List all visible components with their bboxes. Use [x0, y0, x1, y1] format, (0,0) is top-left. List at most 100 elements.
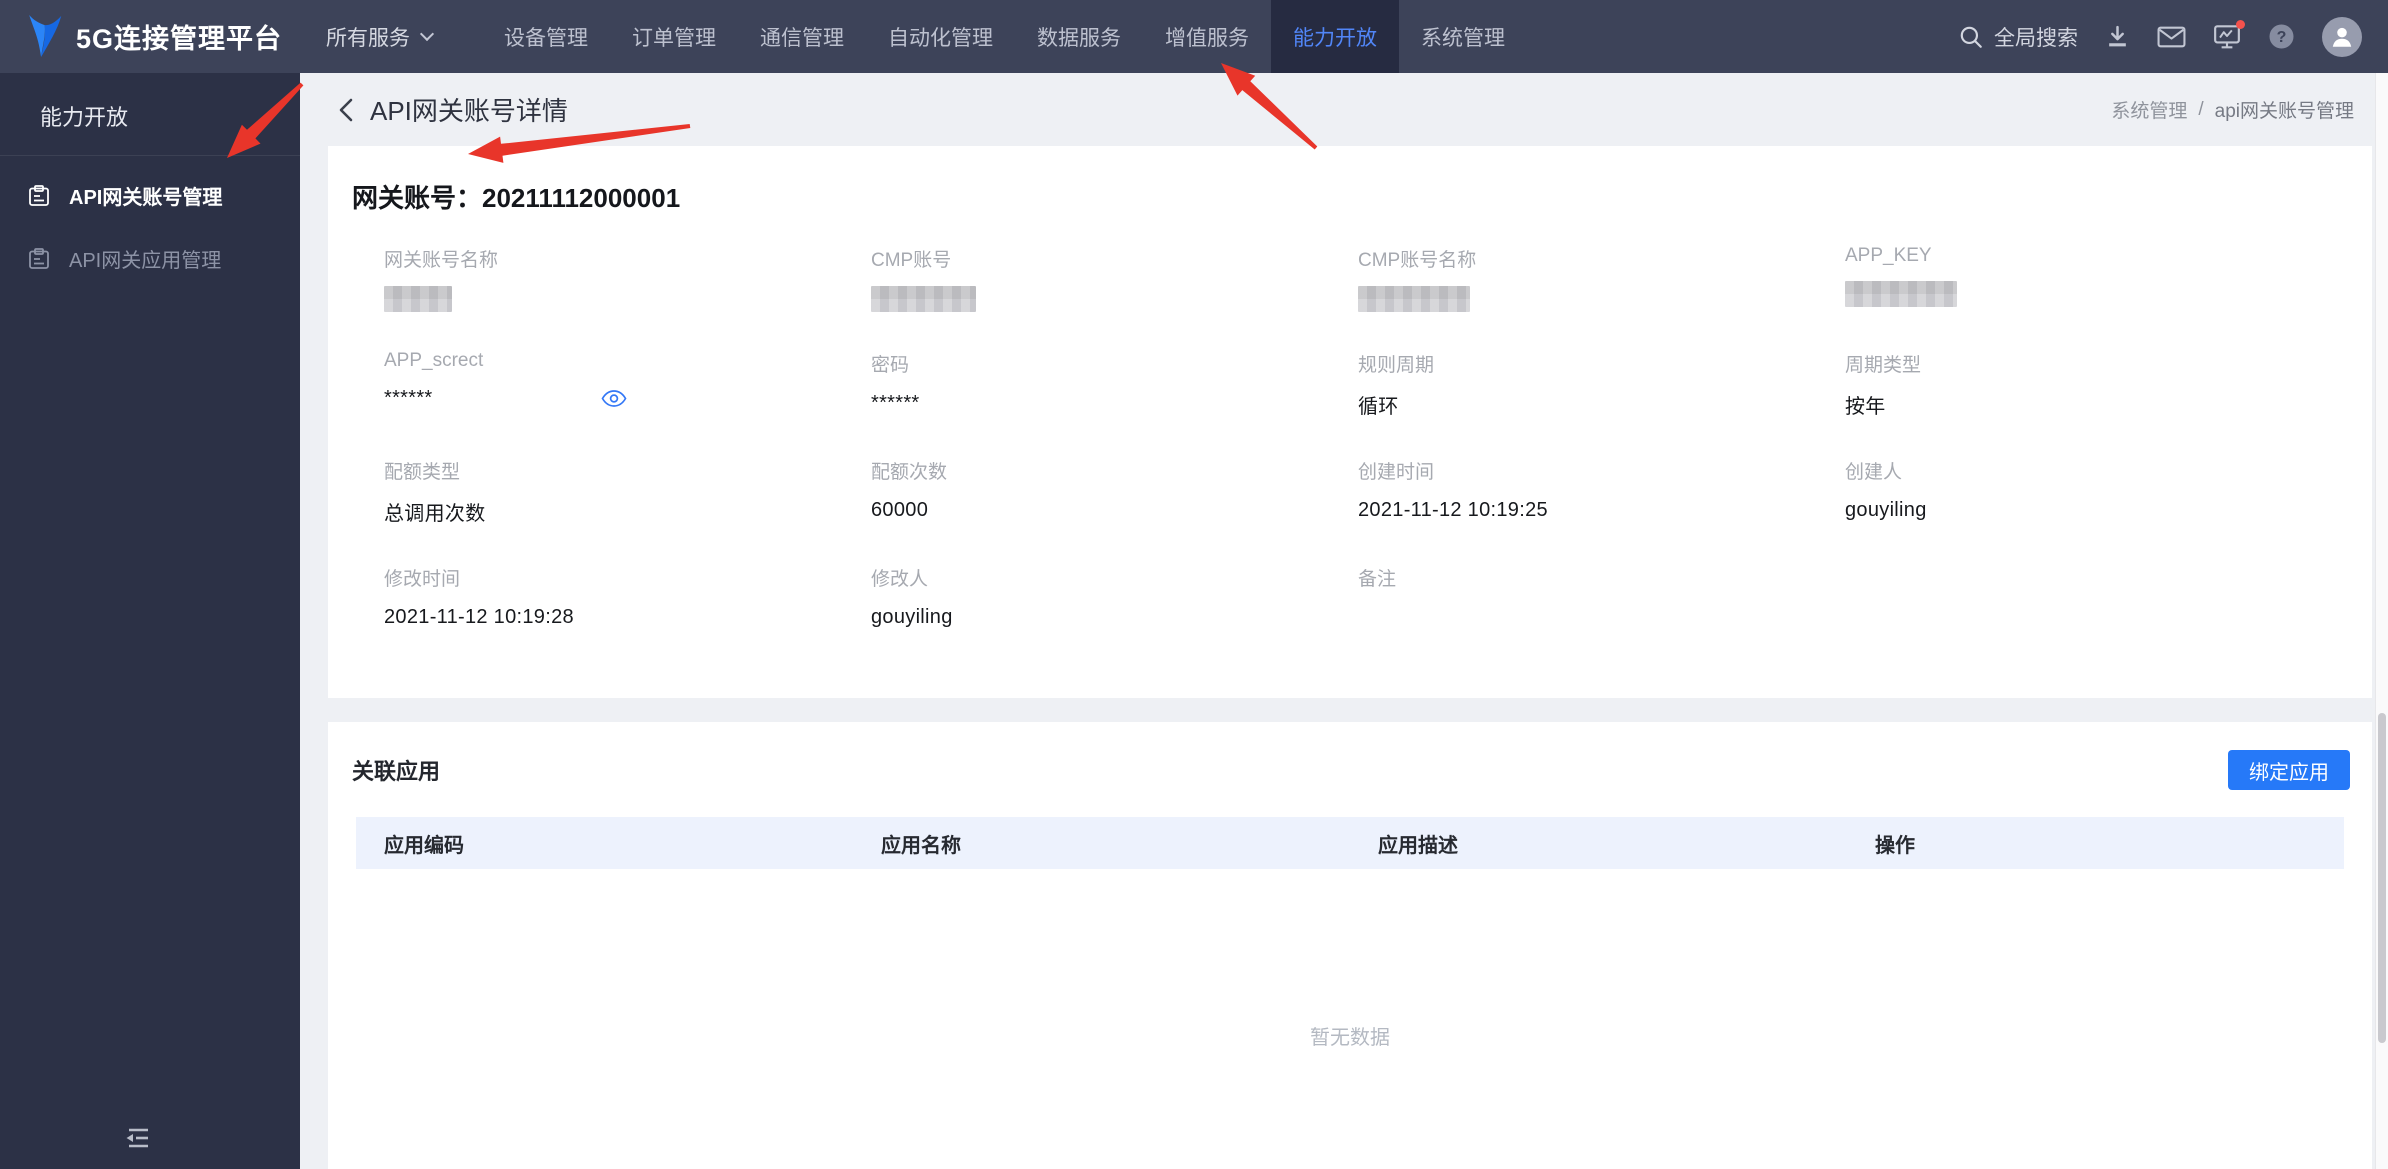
nav-item-device-mgmt[interactable]: 设备管理: [482, 0, 610, 73]
field-quota-count: 配额次数 60000: [871, 457, 1358, 526]
user-avatar-icon: [2332, 27, 2352, 47]
download-button[interactable]: [2105, 24, 2130, 49]
nav-item-label: 订单管理: [632, 26, 717, 50]
nav-item-data-service[interactable]: 数据服务: [1015, 0, 1143, 73]
detail-fields-grid: 网关账号名称 CMP账号 CMP账号名称 APP_KEY APP_screct *****…: [328, 215, 2372, 631]
nav-item-label: 设备管理: [504, 26, 589, 50]
gateway-account-title-label: 网关账号：: [352, 183, 483, 213]
sidebar-title: 能力开放: [40, 105, 129, 130]
field-create-time: 创建时间 2021-11-12 10:19:25: [1358, 457, 1845, 526]
collapse-sidebar-button[interactable]: [122, 1124, 152, 1157]
field-period-type: 周期类型 按年: [1845, 350, 2332, 419]
field-value-text: gouyiling: [1845, 499, 1927, 521]
field-value: [1358, 604, 1845, 631]
help-button[interactable]: ?: [2268, 23, 2295, 50]
user-avatar[interactable]: [2322, 16, 2362, 57]
redacted-value: [871, 285, 976, 312]
field-app-secret: APP_screct ******: [384, 350, 871, 419]
related-apps-header: 关联应用 绑定应用: [328, 722, 2372, 790]
show-secret-button[interactable]: [601, 390, 627, 407]
nav-item-automation-mgmt[interactable]: 自动化管理: [866, 0, 1015, 73]
field-value: [1845, 280, 2332, 307]
field-value: 2021-11-12 10:19:25: [1358, 497, 1845, 524]
field-label: CMP账号: [871, 250, 952, 271]
nav-item-all-services[interactable]: 所有服务: [304, 0, 454, 73]
nav-item-label: 通信管理: [760, 26, 845, 50]
global-search-label: 全局搜索: [1994, 26, 2078, 50]
gateway-account-title: 网关账号：20211112000001: [328, 146, 2372, 215]
field-label: 配额类型: [384, 462, 461, 483]
back-button[interactable]: [336, 97, 356, 123]
field-value: 按年: [1845, 390, 2332, 419]
nav-item-label: 增值服务: [1165, 26, 1250, 50]
nav-item-order-mgmt[interactable]: 订单管理: [610, 0, 738, 73]
field-value-text: 总调用次数: [384, 503, 486, 525]
nav-item-capability-open[interactable]: 能力开放: [1271, 0, 1400, 73]
nav-item-system-mgmt[interactable]: 系统管理: [1399, 0, 1527, 73]
table-header-col-4: 操作: [1875, 834, 1915, 857]
field-value: [871, 285, 1358, 312]
field-label: CMP账号名称: [1358, 250, 1477, 271]
global-search-button[interactable]: 全局搜索: [1958, 22, 2078, 52]
sidebar-item-api-gateway-app-mgmt[interactable]: API网关应用管理: [0, 227, 300, 290]
nav-item-comm-mgmt[interactable]: 通信管理: [738, 0, 866, 73]
breadcrumb: 系统管理 / api网关账号管理: [2111, 96, 2354, 123]
field-label: APP_screct: [384, 350, 484, 371]
field-label: 规则周期: [1358, 355, 1435, 376]
brand-logo-icon: [29, 14, 62, 57]
top-navbar: 5G连接管理平台 所有服务 设备管理 订单管理 通信管理 自动化管理 数据服务 增值服务 能力…: [0, 0, 2388, 73]
sidebar-divider: [0, 155, 300, 156]
account-detail-card: 网关账号：20211112000001 网关账号名称 CMP账号 CMP账号名称 AP…: [328, 146, 2372, 698]
nav-menu: 所有服务 设备管理 订单管理 通信管理 自动化管理 数据服务 增值服务 能力开放 系统管理: [304, 0, 1527, 73]
nav-item-label: 数据服务: [1037, 26, 1122, 50]
field-value-text: 按年: [1845, 396, 1886, 418]
breadcrumb-parent[interactable]: 系统管理: [2111, 96, 2187, 123]
field-label: 创建人: [1845, 462, 1903, 483]
vertical-scrollbar[interactable]: [2375, 73, 2388, 1169]
sidebar-item-api-gateway-account-mgmt[interactable]: API网关账号管理: [0, 164, 300, 227]
gateway-account-number: 20211112000001: [482, 183, 681, 213]
field-cmp-account: CMP账号: [871, 245, 1358, 312]
scrollbar-thumb[interactable]: [2378, 713, 2386, 1043]
field-gateway-account-name: 网关账号名称: [384, 245, 871, 312]
field-value: [1358, 285, 1845, 312]
sidebar: 能力开放 API网关账号管理 API网关应用管理: [0, 73, 300, 1169]
field-value: [384, 285, 871, 312]
messages-button[interactable]: [2157, 25, 2186, 49]
field-value: 60000: [871, 497, 1358, 524]
table-header-col-3: 应用描述: [1378, 834, 1458, 857]
field-label: 修改时间: [384, 569, 461, 590]
field-value: ******: [871, 390, 1358, 417]
field-password: 密码 ******: [871, 350, 1358, 419]
field-remark: 备注: [1358, 564, 1845, 631]
field-label: 网关账号名称: [384, 250, 499, 271]
related-apps-table-header: 应用编码 应用名称 应用描述 操作: [356, 817, 2344, 869]
field-label: 备注: [1358, 569, 1397, 590]
field-value-text: ******: [871, 392, 920, 414]
related-apps-card: 关联应用 绑定应用 应用编码 应用名称 应用描述 操作 暂无数据: [328, 722, 2372, 1169]
field-label: 修改人: [871, 569, 929, 590]
app-title: 5G连接管理平台: [76, 24, 283, 54]
bind-app-button[interactable]: 绑定应用: [2228, 750, 2350, 790]
field-cmp-account-name: CMP账号名称: [1358, 245, 1845, 312]
eye-icon: [601, 390, 626, 407]
field-label: 周期类型: [1845, 355, 1922, 376]
field-label: 密码: [871, 355, 910, 376]
redacted-value: [1358, 285, 1470, 312]
field-value: 2021-11-12 10:19:28: [384, 604, 871, 631]
related-apps-title: 关联应用: [352, 759, 441, 784]
field-value: ******: [384, 385, 871, 412]
field-value: 循环: [1358, 390, 1845, 419]
field-value-text: ******: [384, 387, 433, 409]
navbar-right: 全局搜索 ?: [1958, 16, 2362, 57]
nav-item-label: 系统管理: [1421, 26, 1506, 50]
clipboard-icon: [29, 184, 49, 206]
help-icon: ?: [2269, 24, 2294, 49]
table-header-col-1: 应用编码: [384, 834, 464, 857]
page-title: API网关账号详情: [370, 96, 568, 126]
monitor-button[interactable]: [2213, 20, 2245, 50]
brand: 5G连接管理平台: [20, 13, 282, 61]
field-modify-time: 修改时间 2021-11-12 10:19:28: [384, 564, 871, 631]
sidebar-item-label: API网关应用管理: [69, 250, 222, 272]
nav-item-value-added-service[interactable]: 增值服务: [1143, 0, 1271, 73]
